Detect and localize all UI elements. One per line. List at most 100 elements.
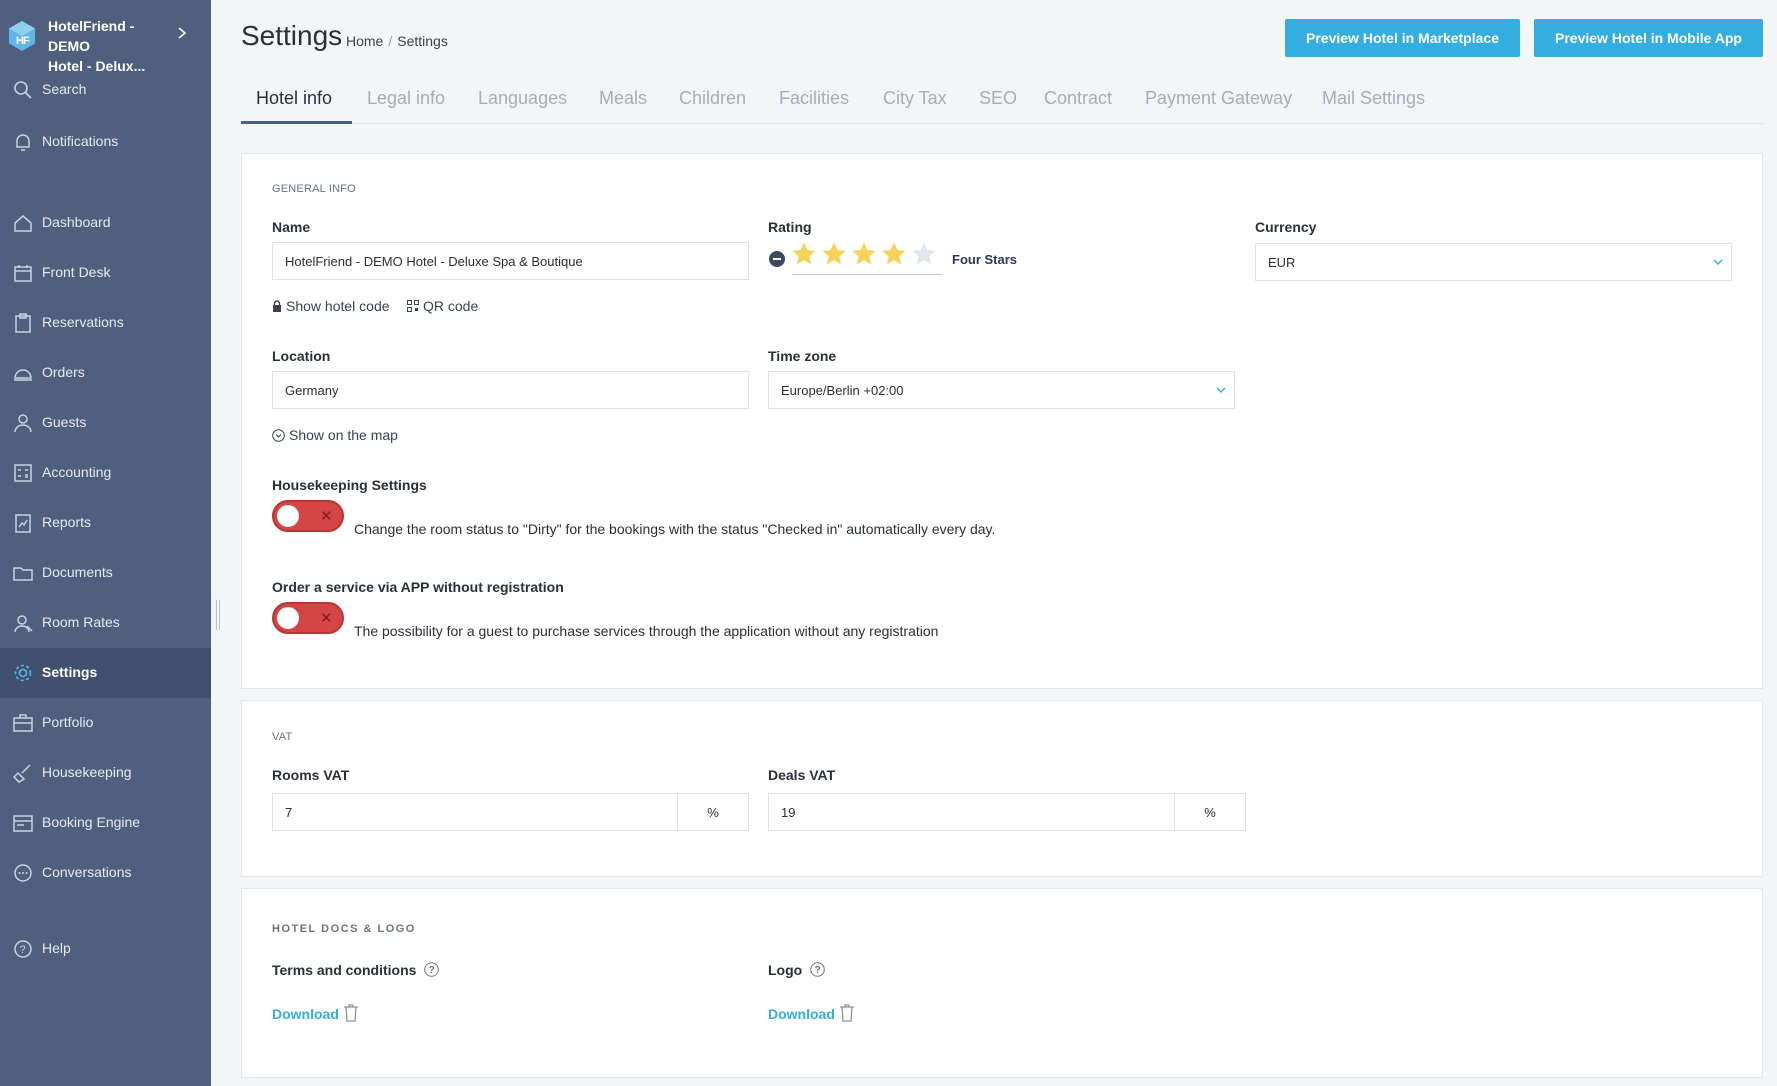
cloche-icon bbox=[14, 369, 32, 381]
home-icon bbox=[14, 215, 32, 232]
hotel-docs-card bbox=[241, 888, 1763, 1078]
sidebar-item-conversations[interactable]: Conversations bbox=[0, 848, 211, 898]
close-icon: ✕ bbox=[320, 610, 333, 627]
tab-facilities[interactable]: Facilities bbox=[779, 88, 849, 109]
chevron-circle-down-icon bbox=[272, 428, 285, 442]
lock-icon bbox=[273, 300, 281, 312]
rating-stars[interactable] bbox=[790, 240, 940, 268]
svg-text:F: F bbox=[23, 35, 30, 47]
qr-code-link[interactable]: QR code bbox=[407, 298, 478, 314]
tab-legal-info[interactable]: Legal info bbox=[367, 88, 445, 109]
report-icon bbox=[15, 514, 31, 533]
sidebar-item-label: Search bbox=[42, 81, 87, 97]
sidebar-item-booking-engine[interactable]: Booking Engine bbox=[0, 798, 211, 848]
trash-icon[interactable] bbox=[839, 1004, 855, 1022]
logo-label-text: Logo bbox=[768, 962, 803, 978]
help-icon[interactable]: ? bbox=[424, 962, 440, 977]
location-input[interactable]: Germany bbox=[272, 371, 749, 409]
trash-icon[interactable] bbox=[343, 1004, 359, 1022]
active-tab-indicator bbox=[241, 121, 352, 124]
sidebar-item-label: Accounting bbox=[42, 464, 112, 480]
timezone-label: Time zone bbox=[768, 348, 837, 364]
star-filled-icon[interactable] bbox=[820, 240, 848, 268]
sidebar-item-label: Front Desk bbox=[42, 264, 111, 280]
general-info-card bbox=[241, 153, 1763, 689]
sidebar-item-label: Help bbox=[42, 940, 71, 956]
show-on-map-link[interactable]: Show on the map bbox=[272, 427, 398, 443]
breadcrumb-separator: / bbox=[388, 33, 393, 49]
rating-underline bbox=[792, 274, 942, 275]
logo-download-link[interactable]: Download bbox=[768, 1006, 835, 1022]
sidebar-item-room-rates[interactable]: Room Rates bbox=[0, 598, 211, 648]
hotel-name-line1: HotelFriend - DEMO bbox=[48, 18, 135, 54]
help-icon[interactable]: ? bbox=[810, 962, 825, 977]
tab-mail-settings[interactable]: Mail Settings bbox=[1322, 88, 1425, 109]
tab-city-tax[interactable]: City Tax bbox=[883, 88, 947, 109]
sidebar-item-accounting[interactable]: Accounting bbox=[0, 448, 211, 498]
rooms-vat-input[interactable]: 7 bbox=[272, 793, 679, 831]
breadcrumb-home[interactable]: Home bbox=[346, 33, 383, 49]
sidebar-item-front-desk[interactable]: Front Desk bbox=[0, 248, 211, 298]
sidebar-item-label: Documents bbox=[42, 564, 113, 580]
tab-hotel-info[interactable]: Hotel info bbox=[256, 88, 332, 109]
order-service-toggle[interactable]: ✕ bbox=[272, 602, 344, 634]
user-icon bbox=[14, 414, 32, 433]
sidebar-item-documents[interactable]: Documents bbox=[0, 548, 211, 598]
toggle-knob bbox=[277, 505, 299, 527]
tab-contract[interactable]: Contract bbox=[1044, 88, 1112, 109]
preview-mobile-app-button[interactable]: Preview Hotel in Mobile App bbox=[1534, 19, 1763, 57]
sidebar-item-orders[interactable]: Orders bbox=[0, 348, 211, 398]
terms-download-link[interactable]: Download bbox=[272, 1006, 339, 1022]
svg-text:?: ? bbox=[815, 965, 821, 976]
hotelfriend-logo-icon: H F bbox=[9, 21, 35, 51]
clear-rating-icon[interactable] bbox=[769, 251, 785, 267]
order-service-description: The possibility for a guest to purchase … bbox=[354, 623, 939, 639]
timezone-select[interactable]: Europe/Berlin +02:00 bbox=[768, 371, 1235, 409]
housekeeping-toggle[interactable]: ✕ bbox=[272, 500, 344, 532]
star-filled-icon[interactable] bbox=[790, 240, 818, 268]
terms-label-text: Terms and conditions bbox=[272, 962, 417, 978]
sidebar-item-search[interactable]: Search bbox=[0, 65, 211, 115]
chevron-down-icon bbox=[1713, 259, 1723, 265]
star-filled-icon[interactable] bbox=[880, 240, 908, 268]
sidebar-item-label: Room Rates bbox=[42, 614, 120, 630]
show-hotel-code-link[interactable]: Show hotel code bbox=[272, 298, 390, 314]
chat-icon bbox=[14, 864, 32, 882]
calculator-icon bbox=[14, 464, 32, 482]
sidebar-item-label: Portfolio bbox=[42, 714, 94, 730]
name-input[interactable]: HotelFriend - DEMO Hotel - Deluxe Spa & … bbox=[272, 242, 749, 280]
star-empty-icon[interactable] bbox=[910, 240, 938, 268]
star-filled-icon[interactable] bbox=[850, 240, 878, 268]
housekeeping-settings-label: Housekeeping Settings bbox=[272, 477, 427, 493]
booking-icon bbox=[13, 815, 33, 832]
sidebar-item-housekeeping[interactable]: Housekeeping bbox=[0, 748, 211, 798]
sidebar-item-guests[interactable]: Guests bbox=[0, 398, 211, 448]
hotel-docs-heading: HOTEL DOCS & LOGO bbox=[272, 923, 416, 935]
deals-vat-input[interactable]: 19 bbox=[768, 793, 1175, 831]
tab-meals[interactable]: Meals bbox=[599, 88, 647, 109]
tab-seo[interactable]: SEO bbox=[979, 88, 1017, 109]
preview-marketplace-button[interactable]: Preview Hotel in Marketplace bbox=[1285, 19, 1520, 57]
currency-select[interactable]: EUR bbox=[1255, 243, 1732, 281]
sidebar-item-notifications[interactable]: Notifications bbox=[0, 117, 211, 167]
sidebar-item-reports[interactable]: Reports bbox=[0, 498, 211, 548]
sidebar-item-help[interactable]: ? Help bbox=[0, 924, 211, 974]
logo-label: Logo ? bbox=[768, 962, 825, 978]
help-icon: ? bbox=[14, 940, 32, 958]
tab-languages[interactable]: Languages bbox=[478, 88, 567, 109]
tab-children[interactable]: Children bbox=[679, 88, 746, 109]
sidebar-item-dashboard[interactable]: Dashboard bbox=[0, 198, 211, 248]
sidebar-collapse-handle[interactable] bbox=[216, 600, 220, 630]
breadcrumb: Home / Settings bbox=[346, 33, 448, 49]
order-service-label: Order a service via APP without registra… bbox=[272, 579, 564, 595]
tab-payment-gateway[interactable]: Payment Gateway bbox=[1145, 88, 1292, 109]
sidebar-item-label: Orders bbox=[42, 364, 85, 380]
sidebar-item-portfolio[interactable]: Portfolio bbox=[0, 698, 211, 748]
sidebar-item-reservations[interactable]: Reservations bbox=[0, 298, 211, 348]
sidebar: H F HotelFriend - DEMO Hotel - Delux... … bbox=[0, 0, 211, 1086]
sidebar-item-settings[interactable]: Settings bbox=[0, 648, 211, 698]
toggle-knob bbox=[277, 607, 299, 629]
hotel-switcher[interactable]: H F HotelFriend - DEMO Hotel - Delux... bbox=[0, 0, 211, 74]
vat-heading: VAT bbox=[272, 731, 293, 743]
clipboard-icon bbox=[15, 313, 31, 333]
